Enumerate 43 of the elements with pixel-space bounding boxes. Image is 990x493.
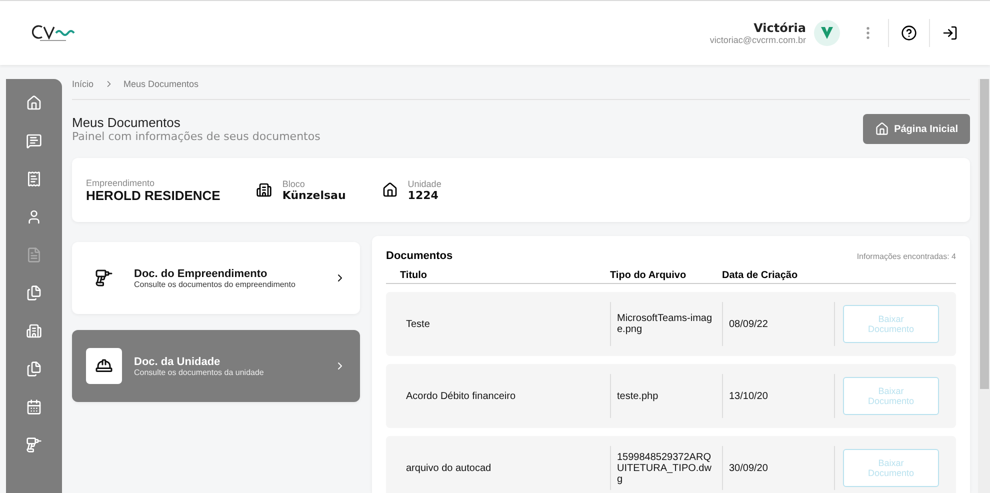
helmet-icon	[95, 357, 113, 375]
home-icon	[875, 122, 890, 136]
page-subtitle: Painel com informações de seus documentos	[72, 130, 320, 143]
field-value: 1224	[408, 188, 440, 202]
table-cell-text: Acordo Débito financeiro	[405, 390, 517, 402]
column-header: Tipo do Arquivo	[610, 270, 688, 281]
drill-icon	[95, 269, 113, 287]
drill-icon[interactable]	[24, 435, 44, 455]
avatar[interactable]	[814, 20, 840, 46]
category-description: Consulte os documentos da unidade	[134, 368, 265, 376]
user-name: Victória	[754, 21, 806, 35]
home-icon	[382, 182, 398, 198]
column-header: Data de Criação	[722, 270, 799, 281]
field-value: Künzelsau	[282, 188, 346, 202]
logout-icon[interactable]	[942, 25, 958, 41]
user-email: victoriac@cvcrm.com.br	[710, 35, 806, 45]
category-title: Doc. do Empreendimento	[134, 268, 268, 280]
table-cell: MicrosoftTeams-image.png	[610, 302, 722, 346]
breadcrumb-link[interactable]: Meus Documentos	[124, 79, 199, 89]
table-cell-text: Teste	[405, 318, 431, 330]
table-cell: 13/10/20	[722, 374, 834, 418]
table-cell: 1599848529372ARQUITETURA_TIPO.dwg	[610, 446, 722, 490]
page-title: Meus Documentos	[72, 115, 182, 130]
table-cell: 08/09/22	[722, 302, 834, 346]
field-value: HEROLD RESIDENCE	[86, 188, 220, 202]
category-description: Consulte os documentos do empreendimento	[134, 280, 296, 288]
building-icon	[256, 182, 272, 198]
breadcrumb-link[interactable]: Início	[72, 79, 94, 89]
category-card[interactable]: Doc. da Unidade Consulte os documentos da unidade	[72, 330, 360, 402]
field-label: Bloco	[282, 178, 306, 188]
scrollbar[interactable]	[978, 79, 990, 493]
field-label: Empreendimento	[86, 178, 156, 188]
field-label: Unidade	[408, 178, 442, 188]
results-count: Informações encontradas: 4	[856, 252, 956, 260]
table-cell: teste.php	[610, 374, 722, 418]
table-cell-text: arquivo do autocad	[405, 462, 492, 474]
panel-title: Documentos	[386, 250, 453, 262]
home-page-button[interactable]: Página Inicial	[863, 114, 970, 144]
category-card[interactable]: Doc. do Empreendimento Consulte os documentos do empreendimento	[72, 242, 360, 314]
category-title: Doc. da Unidade	[134, 356, 222, 368]
help-icon[interactable]	[901, 25, 917, 41]
column-header: Titulo	[400, 270, 428, 281]
table-cell: 30/09/20	[722, 446, 834, 490]
